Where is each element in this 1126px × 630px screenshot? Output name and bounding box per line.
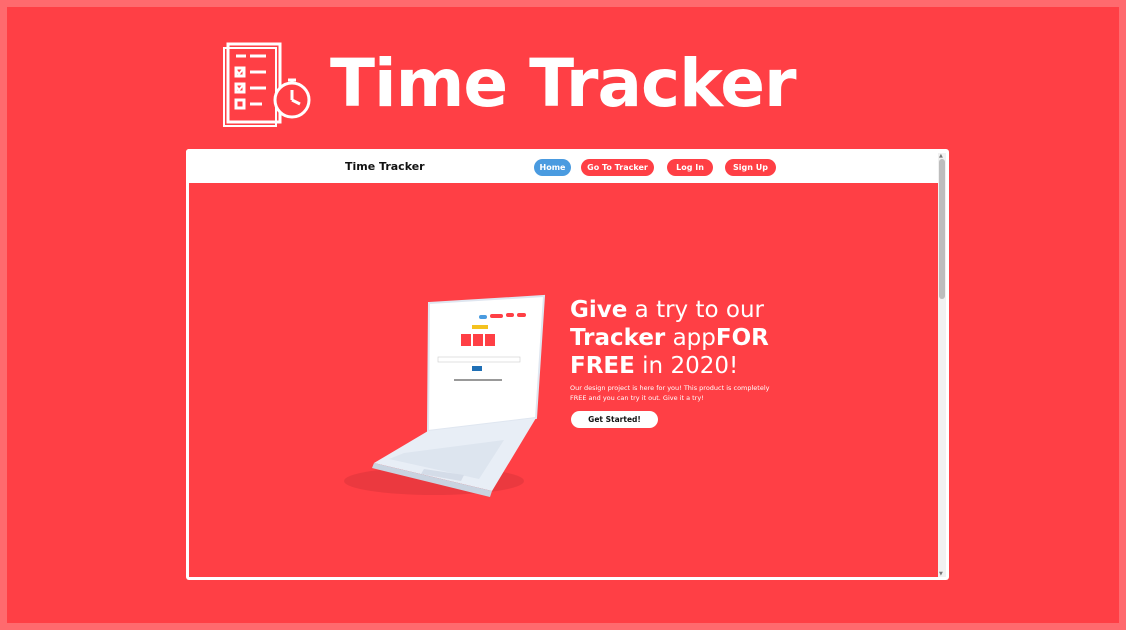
get-started-button[interactable]: Get Started! [571,411,658,428]
hero-description: Our design project is here for you! This… [570,384,770,402]
nav-brand[interactable]: Time Tracker [345,160,425,173]
nav-home-button[interactable]: Home [534,159,571,176]
hero-heading-bold-2: Tracker [570,325,666,351]
scrollbar[interactable]: ▲ ▼ [938,153,946,577]
hero-heading-text-2: app [665,325,716,351]
hero-heading-bold-3: FREE [570,353,635,379]
hero-heading-text-1: a try to our [627,297,764,323]
hero-heading: Give a try to our Tracker appFOR FREE in… [570,296,820,380]
navbar: Time Tracker Home Go To Tracker Log In S… [186,149,940,183]
nav-signup-button[interactable]: Sign Up [725,159,776,176]
hero-heading-text-3: in 2020! [634,353,739,379]
hero-heading-bold-2b: FOR [715,325,769,351]
nav-go-to-tracker-button[interactable]: Go To Tracker [581,159,654,176]
hero-section: Give a try to our Tracker appFOR FREE in… [189,183,939,577]
checklist-stopwatch-icon [223,42,311,127]
browser-window: Time Tracker Home Go To Tracker Log In S… [186,149,949,580]
scroll-down-icon[interactable]: ▼ [939,571,943,577]
nav-login-button[interactable]: Log In [667,159,713,176]
banner-title: Time Tracker [330,45,797,122]
laptop-illustration [344,294,546,497]
scroll-thumb[interactable] [939,159,945,299]
hero-heading-bold-1: Give [570,297,628,323]
